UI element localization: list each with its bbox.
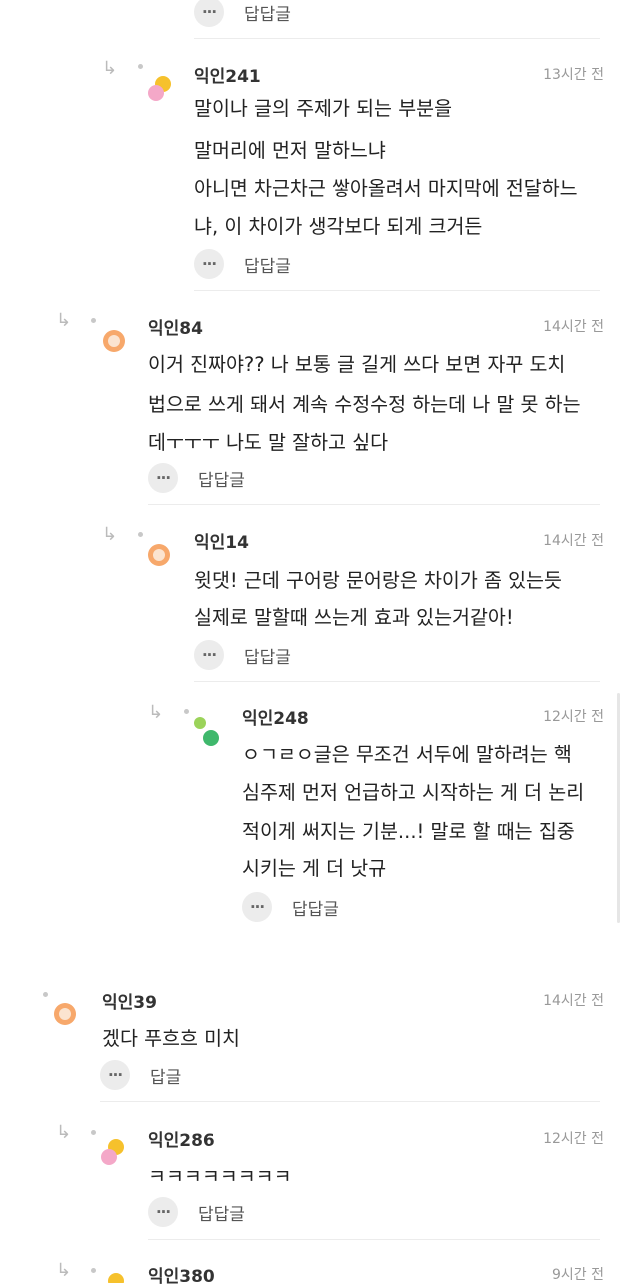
- divider: [100, 1101, 600, 1102]
- comment-line: 심주제 먼저 언급하고 시작하는 게 더 논리: [242, 781, 585, 804]
- reply-row: ··· 답답글: [194, 640, 291, 670]
- depth-dot: [91, 1268, 96, 1273]
- comment-line: 아니면 차근차근 쌓아올려서 마지막에 전달하느: [194, 177, 578, 200]
- comment-author[interactable]: 익인248: [242, 704, 309, 729]
- divider: [194, 681, 600, 682]
- avatar: [146, 542, 172, 568]
- avatar: [99, 1271, 127, 1283]
- comment-line: 윗댓! 근데 구어랑 문어랑은 차이가 좀 있는듯: [194, 569, 562, 592]
- comment-line: 시키는 게 더 낫규: [242, 857, 387, 880]
- depth-dot: [91, 318, 96, 323]
- avatar: [52, 1001, 78, 1027]
- more-button[interactable]: ···: [194, 640, 224, 670]
- reply-row: ··· 답답글: [242, 892, 339, 922]
- reply-reply-button[interactable]: 답답글: [244, 0, 291, 25]
- comment-line: 냐, 이 차이가 생각보다 되게 크거든: [194, 215, 483, 238]
- comment-author[interactable]: 익인84: [148, 314, 203, 339]
- reply-reply-button[interactable]: 답답글: [198, 1200, 245, 1225]
- comment-line: 실제로 말할때 쓰는게 효과 있는거같아!: [194, 606, 514, 629]
- comment-line: 데ㅜㅜㅜ 나도 말 잘하고 싶다: [148, 431, 389, 454]
- reply-row: ··· 답답글: [148, 463, 245, 493]
- avatar: [99, 1137, 127, 1167]
- comment-author[interactable]: 익인286: [148, 1126, 215, 1151]
- comment-line: 말이나 글의 주제가 되는 부분을: [194, 97, 453, 120]
- reply-reply-button[interactable]: 답답글: [244, 643, 291, 668]
- reply-reply-button[interactable]: 답답글: [198, 466, 245, 491]
- divider: [194, 38, 600, 39]
- comment-time: 12시간 전: [543, 709, 604, 725]
- avatar: [192, 715, 222, 747]
- divider: [148, 1239, 600, 1240]
- divider: [194, 290, 600, 291]
- reply-reply-button[interactable]: 답답글: [244, 252, 291, 277]
- comment-author[interactable]: 익인14: [194, 528, 249, 553]
- divider: [148, 504, 600, 505]
- avatar: [146, 74, 174, 102]
- more-button[interactable]: ···: [148, 463, 178, 493]
- comment-line: ㅇㄱㄹㅇ글은 무조건 서두에 말하려는 핵: [242, 743, 572, 766]
- comment-line: 이거 진짜야?? 나 보통 글 길게 쓰다 보면 자꾸 도치: [148, 353, 566, 376]
- comment-line: 법으로 쓰게 돼서 계속 수정수정 하는데 나 말 못 하는: [148, 393, 581, 416]
- reply-arrow-icon: ↳: [102, 58, 118, 79]
- more-button[interactable]: ···: [100, 1060, 130, 1090]
- more-button[interactable]: ···: [194, 0, 224, 27]
- scrollbar[interactable]: [617, 693, 620, 923]
- reply-arrow-icon: ↳: [56, 310, 72, 331]
- depth-dot: [138, 64, 143, 69]
- comment-time: 14시간 전: [543, 533, 604, 549]
- comment-time: 13시간 전: [543, 67, 604, 83]
- more-button[interactable]: ···: [242, 892, 272, 922]
- comment-line: 적이게 써지는 기분...! 말로 할 때는 집중: [242, 820, 575, 843]
- comment-author[interactable]: 익인380: [148, 1262, 215, 1287]
- reply-reply-button[interactable]: 답답글: [292, 895, 339, 920]
- reply-arrow-icon: ↳: [56, 1260, 72, 1281]
- more-button[interactable]: ···: [194, 249, 224, 279]
- reply-row: ··· 답글: [100, 1060, 181, 1090]
- reply-arrow-icon: ↳: [102, 524, 118, 545]
- comment-time: 14시간 전: [543, 993, 604, 1009]
- comment-author[interactable]: 익인241: [194, 62, 261, 87]
- comment-line: ㅋㅋㅋㅋㅋㅋㅋㅋ: [148, 1165, 292, 1188]
- comment-time: 9시간 전: [552, 1267, 604, 1283]
- reply-arrow-icon: ↳: [148, 702, 164, 723]
- depth-dot: [91, 1130, 96, 1135]
- reply-button[interactable]: 답글: [150, 1063, 181, 1088]
- comment-time: 12시간 전: [543, 1131, 604, 1147]
- comment-line: 말머리에 먼저 말하느냐: [194, 139, 386, 162]
- comment-line: 겠다 푸흐흐 미치: [102, 1027, 240, 1050]
- avatar: [101, 328, 127, 354]
- depth-dot: [43, 992, 48, 997]
- more-button[interactable]: ···: [148, 1197, 178, 1227]
- comment-time: 14시간 전: [543, 319, 604, 335]
- reply-row: ··· 답답글: [194, 0, 291, 27]
- reply-arrow-icon: ↳: [56, 1122, 72, 1143]
- reply-row: ··· 답답글: [148, 1197, 245, 1227]
- depth-dot: [184, 709, 189, 714]
- reply-row: ··· 답답글: [194, 249, 291, 279]
- depth-dot: [138, 532, 143, 537]
- comment-author[interactable]: 익인39: [102, 988, 157, 1013]
